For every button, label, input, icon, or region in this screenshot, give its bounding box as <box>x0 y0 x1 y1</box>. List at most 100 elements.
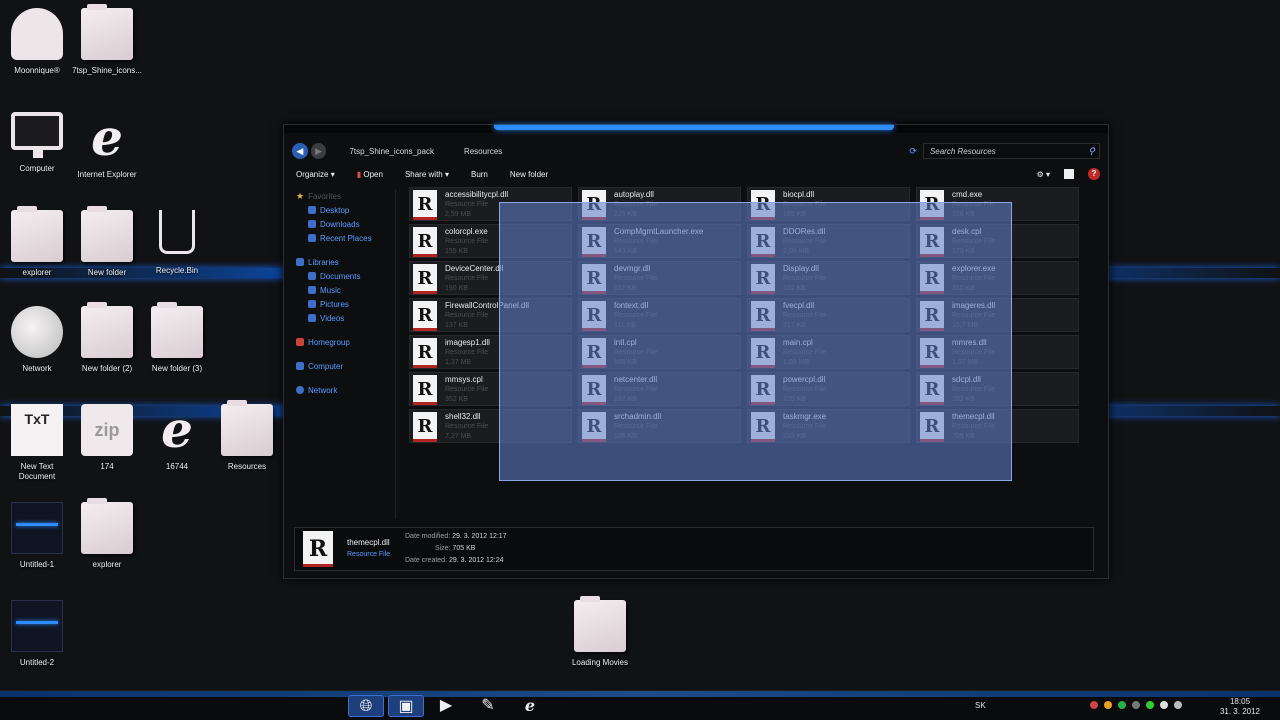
libraries-icon <box>296 258 304 266</box>
file-size: 137 KB <box>445 322 468 329</box>
nav-computer[interactable]: Computer <box>292 359 395 373</box>
file-item[interactable]: Rcolorcpl.exe Resource File 155 KB <box>409 224 572 258</box>
file-name: main.cpl <box>783 338 813 347</box>
breadcrumb[interactable]: 7tsp_Shine_icons_pack Resources <box>349 147 909 156</box>
tray-app-icon[interactable] <box>1104 701 1112 709</box>
command-bar: Organize ▾ ▮ Open Share with ▾ Burn New … <box>292 165 1100 183</box>
file-name: sdcpl.dll <box>952 375 981 384</box>
back-button[interactable]: ◀ <box>292 143 308 159</box>
taskbar-start-button[interactable]: 🌐︎ <box>348 695 384 717</box>
file-name: shell32.dll <box>445 412 481 421</box>
file-item[interactable]: Rpowercpl.dll Resource File 225 KB <box>747 372 910 406</box>
open-button[interactable]: ▮ Open <box>353 168 387 181</box>
forward-button[interactable]: ▶ <box>310 143 327 159</box>
desktop-icon-untitled-2[interactable]: Untitled-2 <box>2 600 72 668</box>
file-item[interactable]: Rimageres.dll Resource File 15,7 MB <box>916 298 1079 332</box>
nav-desktop[interactable]: Desktop <box>292 203 395 217</box>
file-item[interactable]: Rnetcenter.dll Resource File 192 KB <box>578 372 741 406</box>
desktop-icon-new-folder-2[interactable]: New folder (2) <box>72 302 142 374</box>
file-item[interactable]: Rexplorer.exe Resource File 315 KB <box>916 261 1079 295</box>
refresh-icon[interactable]: ⟳ <box>909 146 917 157</box>
file-item[interactable]: Rdesk.cpl Resource File 179 KB <box>916 224 1079 258</box>
desktop-icon-zip-174[interactable]: zip 174 <box>72 404 142 472</box>
file-item[interactable]: R Display.dll Resource File 102 KB <box>747 261 910 295</box>
desktop-icon-network[interactable]: Network <box>2 306 72 374</box>
desktop-icon-new-folder-3[interactable]: New folder (3) <box>142 302 212 374</box>
desktop-icon-recycle-bin[interactable]: Recycle.Bin <box>142 210 212 276</box>
desktop-icon-16744[interactable]: e 16744 <box>142 404 212 472</box>
file-size: 705 KB <box>952 433 975 440</box>
file-item[interactable]: Rmmsys.cpl Resource File 352 KB <box>409 372 572 406</box>
nav-favorites[interactable]: ★ Favorites <box>292 189 395 203</box>
language-indicator[interactable]: SK <box>975 701 986 710</box>
desktop-icon-explorer[interactable]: explorer <box>2 206 72 278</box>
nav-recent-places[interactable]: Recent Places <box>292 231 395 245</box>
taskbar-tools-button[interactable]: ✎ <box>470 695 506 717</box>
tray-volume-icon[interactable] <box>1174 701 1182 709</box>
burn-button[interactable]: Burn <box>467 168 492 181</box>
explorer-window[interactable]: ◀ ▶ 7tsp_Shine_icons_pack Resources ⟳ Se… <box>283 124 1109 579</box>
resource-file-icon: R <box>582 375 606 405</box>
file-item[interactable]: Rintl.cpl Resource File 169 KB <box>578 335 741 369</box>
help-icon[interactable]: ? <box>1088 168 1100 180</box>
file-item[interactable]: R DeviceCenter.dll Resource File 190 KB <box>409 261 572 295</box>
nav-network[interactable]: Network <box>292 383 395 397</box>
desktop-icon-computer[interactable]: Computer <box>2 112 72 174</box>
desktop-icon-loading-movies[interactable]: Loading Movies <box>565 596 635 668</box>
tray-app-icon[interactable] <box>1146 701 1154 709</box>
file-item[interactable]: R CompMgmtLauncher.exe Resource File 143 KB <box>578 224 741 258</box>
taskbar-internet-explorer-button[interactable]: e <box>512 695 548 717</box>
file-item[interactable]: Rfvecpl.dll Resource File 217 KB <box>747 298 910 332</box>
window-title-bar[interactable] <box>284 125 1108 133</box>
breadcrumb-item[interactable]: Resources <box>464 147 502 156</box>
desktop-icon-untitled-1[interactable]: Untitled-1 <box>2 502 72 570</box>
desktop-icon-new-folder[interactable]: New folder <box>72 206 142 278</box>
file-item[interactable]: Raccessibilitycpl.dll Resource File 2,59 M… <box>409 187 572 221</box>
nav-music[interactable]: Music <box>292 283 395 297</box>
file-item[interactable]: Rautoplay.dll Resource File 225 KB <box>578 187 741 221</box>
file-item[interactable]: Rfontext.dll Resource File 111 KB <box>578 298 741 332</box>
change-view-icon[interactable]: ⚙ ▾ <box>1037 170 1050 179</box>
nav-videos[interactable]: Videos <box>292 311 395 325</box>
new-folder-button[interactable]: New folder <box>506 168 552 181</box>
desktop-icon-internet-explorer[interactable]: e Internet Explorer <box>72 112 142 180</box>
organize-button[interactable]: Organize ▾ <box>292 168 339 181</box>
desktop-icon-shine-pack[interactable]: 7tsp_Shine_icons... <box>72 4 142 76</box>
tray-app-icon[interactable] <box>1132 701 1140 709</box>
desktop-icon-new-text-document[interactable]: TxT New Text Document <box>2 404 72 482</box>
file-item[interactable]: Rbiocpl.dll Resource File 165 KB <box>747 187 910 221</box>
tray-network-icon[interactable] <box>1160 701 1168 709</box>
file-item[interactable]: R DDORes.dll Resource File 2,09 MB <box>747 224 910 258</box>
resource-file-icon: R <box>920 190 944 220</box>
search-input[interactable]: Search Resources ⚲ <box>922 143 1101 159</box>
taskbar-media-player-button[interactable]: ▶ <box>428 695 464 717</box>
file-item[interactable]: Rmain.cpl Resource File 1,09 MB <box>747 335 910 369</box>
file-item[interactable]: Rimagesp1.dll Resource File 1,37 MB <box>409 335 572 369</box>
file-item[interactable]: Rtaskmgr.exe Resource File 233 KB <box>747 409 910 443</box>
desktop-icon-explorer-2[interactable]: explorer <box>72 498 142 570</box>
file-item[interactable]: Rsdcpl.dll Resource File 282 KB <box>916 372 1079 406</box>
share-with-button[interactable]: Share with ▾ <box>401 168 453 181</box>
file-item[interactable]: Rthemecpl.dll Resource File 705 KB <box>916 409 1079 443</box>
desktop-icon-moonnique[interactable]: Moonnique® <box>2 8 72 76</box>
nav-libraries[interactable]: Libraries <box>292 255 395 269</box>
file-item[interactable]: Rcmd.exe Resource File 108 KB <box>916 187 1079 221</box>
file-item[interactable]: Rdevmgr.dll Resource File 112 KB <box>578 261 741 295</box>
tray-app-icon[interactable] <box>1118 701 1126 709</box>
breadcrumb-item[interactable]: 7tsp_Shine_icons_pack <box>349 147 434 156</box>
file-item[interactable]: Rshell32.dll Resource File 7,27 MB <box>409 409 572 443</box>
folder-icon <box>81 302 133 358</box>
nav-downloads[interactable]: Downloads <box>292 217 395 231</box>
clock[interactable]: 18:05 31. 3. 2012 <box>1220 697 1260 717</box>
preview-pane-icon[interactable] <box>1064 169 1074 179</box>
nav-documents[interactable]: Documents <box>292 269 395 283</box>
file-name: fontext.dll <box>614 301 649 310</box>
file-item[interactable]: Rsrchadmin.dll Resource File 106 KB <box>578 409 741 443</box>
file-item[interactable]: R FirewallControlPanel.dll Resource File 13… <box>409 298 572 332</box>
nav-pictures[interactable]: Pictures <box>292 297 395 311</box>
desktop-icon-resources[interactable]: Resources <box>212 400 282 472</box>
file-item[interactable]: Rmmres.dll Resource File 1,07 MB <box>916 335 1079 369</box>
tray-alert-icon[interactable] <box>1090 701 1098 709</box>
nav-homegroup[interactable]: Homegroup <box>292 335 395 349</box>
taskbar-explorer-button[interactable]: ▣ <box>388 695 424 717</box>
